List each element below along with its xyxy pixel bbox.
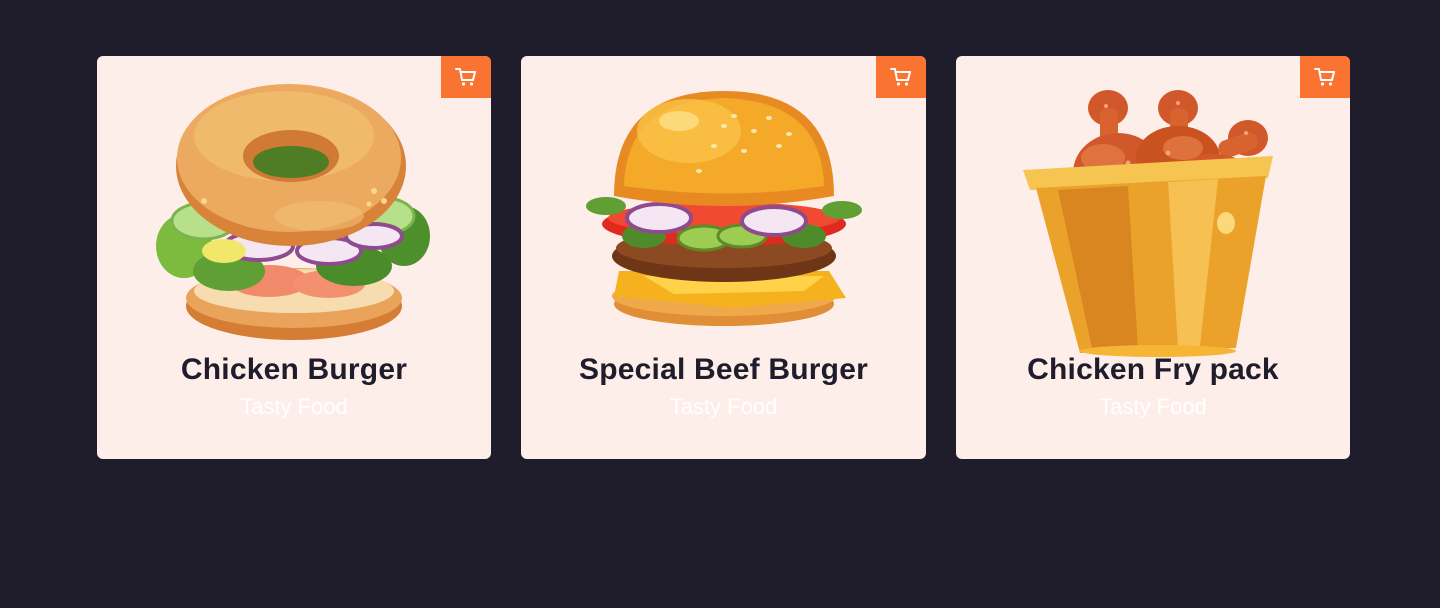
cart-icon: [455, 68, 476, 86]
beef-burger-image: [585, 91, 862, 326]
cart-icon: [1314, 68, 1335, 86]
menu-card[interactable]: Special Beef Burger Tasty Food: [521, 56, 926, 459]
add-to-cart-button[interactable]: [1300, 56, 1350, 98]
card-subtitle: Tasty Food: [240, 394, 348, 419]
bagel-burger-image: [156, 84, 430, 340]
add-to-cart-button[interactable]: [441, 56, 491, 98]
menu-card[interactable]: Chicken Fry pack Tasty Food: [956, 56, 1350, 459]
card-title: Special Beef Burger: [579, 353, 868, 386]
menu-card[interactable]: Chicken Burger Tasty Food: [97, 56, 491, 459]
card-subtitle: Tasty Food: [1099, 394, 1207, 419]
card-title: Chicken Burger: [180, 353, 408, 386]
add-to-cart-button[interactable]: [876, 56, 926, 98]
card-subtitle: Tasty Food: [669, 394, 778, 419]
fried-chicken-bucket-image: [1023, 90, 1273, 357]
menu-grid: Chicken Burger Tasty Food Special Beef B…: [97, 56, 1350, 459]
cart-icon: [890, 68, 911, 86]
card-title: Chicken Fry pack: [1027, 353, 1279, 386]
